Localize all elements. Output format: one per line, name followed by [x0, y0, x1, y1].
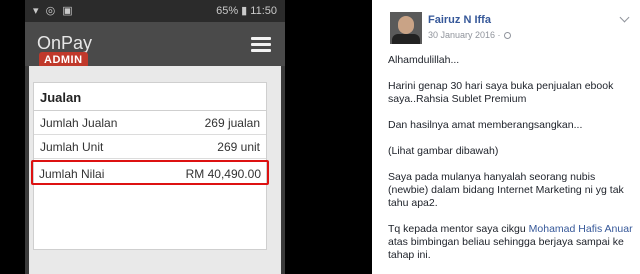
- post-paragraph: Saya pada mulanya hanyalah seorang nubis…: [388, 171, 624, 209]
- post-body: Alhamdulillah... Harini genap 30 hari sa…: [388, 54, 633, 274]
- table-row: Jumlah Jualan 269 jualan: [34, 111, 266, 135]
- post-paragraph: Alhamdulillah...: [388, 54, 460, 66]
- phone-screen: ▾ ◎ ▣ 65% ▮ 11:50 OnPay ADMIN Jualan Jum…: [25, 0, 285, 274]
- sales-card-title: Jualan: [34, 83, 266, 111]
- post-paragraph: Harini genap 30 hari saya buka penjualan…: [388, 80, 614, 105]
- row-value: 269 unit: [217, 140, 260, 154]
- post-paragraph: Tq kepada mentor saya cikgu Mohamad Hafi…: [388, 223, 633, 236]
- app-title: OnPay: [37, 33, 93, 53]
- post-timestamp[interactable]: 30 January 2016 ·: [428, 30, 511, 40]
- author-name[interactable]: Fairuz N Iffa: [428, 14, 491, 26]
- app-content: Jualan Jumlah Jualan 269 jualan Jumlah U…: [29, 66, 281, 274]
- post-paragraph: (Lihat gambar dibawah): [388, 145, 499, 157]
- post-paragraph: Dan hasilnya amat memberangsangkan...: [388, 119, 583, 131]
- status-icons: ▾ ◎ ▣: [33, 5, 75, 17]
- avatar[interactable]: [390, 12, 422, 44]
- status-bar: ▾ ◎ ▣ 65% ▮ 11:50: [25, 0, 285, 22]
- chevron-down-icon[interactable]: [619, 12, 630, 23]
- post-photo[interactable]: ▾ ◎ ▣ 65% ▮ 11:50 OnPay ADMIN Jualan Jum…: [0, 0, 372, 274]
- card-empty-area: [34, 185, 266, 249]
- hamburger-menu-icon: [251, 37, 271, 53]
- row-label: Jumlah Nilai: [39, 167, 105, 181]
- row-label: Jumlah Jualan: [40, 116, 118, 130]
- row-label: Jumlah Unit: [40, 140, 104, 154]
- table-row: Jumlah Unit 269 unit: [34, 135, 266, 159]
- sales-card: Jualan Jumlah Jualan 269 jualan Jumlah U…: [31, 82, 269, 250]
- post-date-text: 30 January 2016 ·: [428, 30, 501, 40]
- status-clock: 65% ▮ 11:50: [216, 5, 277, 17]
- facebook-post: Fairuz N Iffa 30 January 2016 · Alhamdul…: [378, 0, 640, 274]
- highlighted-total-row: Jumlah Nilai RM 40,490.00: [31, 160, 269, 185]
- row-value: 269 jualan: [204, 116, 260, 130]
- mention-link[interactable]: Mohamad Hafis Anuar: [529, 223, 633, 235]
- post-paragraph: atas bimbingan beliau sehingga berjaya s…: [388, 236, 624, 261]
- row-value: RM 40,490.00: [185, 167, 261, 181]
- globe-icon: [503, 32, 511, 39]
- thanks-text: Tq kepada mentor saya cikgu: [388, 223, 529, 235]
